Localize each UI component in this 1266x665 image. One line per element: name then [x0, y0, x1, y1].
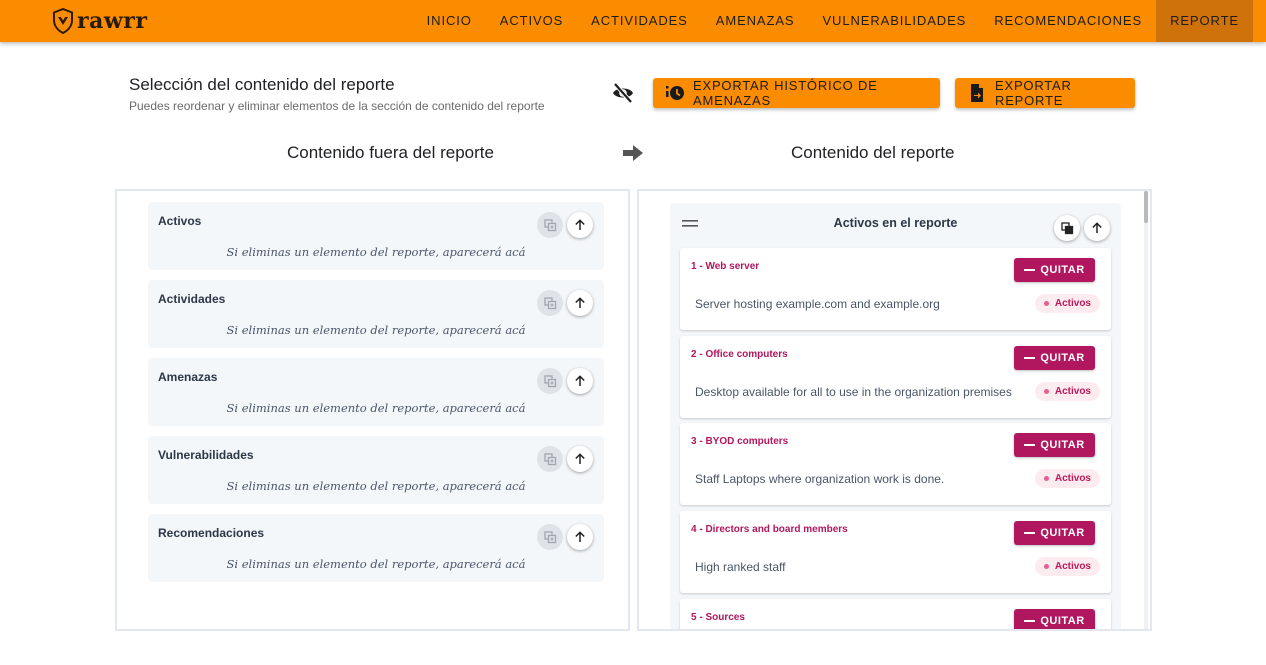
- category-chip: Activos: [1034, 294, 1100, 313]
- remove-label: QUITAR: [1040, 352, 1085, 364]
- outside-section-card: Actividades Si eliminas un elemento del …: [148, 280, 604, 348]
- main-nav: INICIO ACTIVOS ACTIVIDADES AMENAZAS VULN…: [413, 0, 1253, 42]
- report-item-card[interactable]: 3 - BYOD computers QUITAR Staff Laptops …: [680, 423, 1111, 505]
- remove-label: QUITAR: [1040, 527, 1085, 539]
- category-chip: Activos: [1034, 557, 1100, 576]
- minus-icon: [1024, 269, 1036, 271]
- report-group-activos: Activos en el reporte 1 - Web server QUI…: [670, 203, 1121, 629]
- page-subtitle: Puedes reordenar y eliminar elementos de…: [129, 99, 545, 113]
- section-title: Vulnerabilidades: [158, 448, 254, 462]
- section-title: Recomendaciones: [158, 526, 265, 540]
- export-history-button[interactable]: EXPORTAR HISTÓRICO DE AMENAZAS: [653, 78, 940, 108]
- nav-item-actividades[interactable]: ACTIVIDADES: [577, 0, 702, 42]
- chip-dot-icon: [1043, 301, 1049, 306]
- brand-name: rawrr: [77, 8, 148, 34]
- nav-item-recomendaciones[interactable]: RECOMENDACIONES: [980, 0, 1156, 42]
- item-title: 1 - Web server: [691, 261, 760, 272]
- scrollbar-thumb[interactable]: [1144, 191, 1148, 223]
- empty-message: Si eliminas un elemento del reporte, apa…: [226, 323, 526, 337]
- arrow-up-icon[interactable]: [567, 290, 593, 316]
- item-title: 3 - BYOD computers: [691, 436, 789, 447]
- remove-button[interactable]: QUITAR: [1014, 346, 1095, 370]
- copy-icon[interactable]: [1054, 215, 1080, 241]
- section-title: Activos: [158, 214, 202, 228]
- export-report-button[interactable]: EXPORTAR REPORTE: [955, 78, 1135, 108]
- remove-button[interactable]: QUITAR: [1014, 521, 1095, 545]
- minus-icon: [1024, 444, 1036, 446]
- empty-message: Si eliminas un elemento del reporte, apa…: [226, 245, 526, 259]
- export-history-label: EXPORTAR HISTÓRICO DE AMENAZAS: [693, 78, 878, 108]
- arrow-up-icon[interactable]: [567, 446, 593, 472]
- chip-label: Activos: [1054, 561, 1091, 572]
- export-report-label: EXPORTAR REPORTE: [995, 78, 1072, 108]
- scrollbar-track[interactable]: [1144, 191, 1148, 629]
- category-chip: Activos: [1034, 382, 1100, 401]
- item-description: High ranked staff: [695, 560, 786, 574]
- report-item-card[interactable]: 5 - Sources QUITAR: [680, 599, 1111, 629]
- section-title: Actividades: [158, 292, 226, 306]
- outside-section-card: Vulnerabilidades Si eliminas un elemento…: [148, 436, 604, 504]
- minus-icon: [1024, 357, 1036, 359]
- remove-button[interactable]: QUITAR: [1014, 258, 1095, 282]
- arrow-up-icon[interactable]: [1084, 215, 1110, 241]
- outside-section-card: Amenazas Si eliminas un elemento del rep…: [148, 358, 604, 426]
- arrow-up-icon[interactable]: [567, 368, 593, 394]
- inside-column-title: Contenido del reporte: [791, 143, 955, 162]
- item-description: Staff Laptops where organization work is…: [695, 472, 945, 486]
- item-description: Desktop available for all to use in the …: [695, 385, 1012, 399]
- arrow-up-icon[interactable]: [567, 524, 593, 550]
- group-header: Activos en el reporte: [670, 203, 1121, 243]
- minus-icon: [1024, 620, 1036, 622]
- report-item-card[interactable]: 2 - Office computers QUITAR Desktop avai…: [680, 336, 1111, 418]
- report-item-card[interactable]: 4 - Directors and board members QUITAR H…: [680, 511, 1111, 593]
- empty-message: Si eliminas un elemento del reporte, apa…: [226, 557, 526, 571]
- chip-label: Activos: [1054, 298, 1091, 309]
- top-app-bar: rawrr INICIO ACTIVOS ACTIVIDADES AMENAZA…: [0, 0, 1266, 42]
- remove-label: QUITAR: [1040, 439, 1085, 451]
- outside-report-panel: Activos Si eliminas un elemento del repo…: [115, 189, 630, 631]
- chip-dot-icon: [1043, 389, 1049, 394]
- category-chip: Activos: [1034, 469, 1100, 488]
- copy-icon[interactable]: [537, 290, 563, 316]
- minus-icon: [1024, 532, 1036, 534]
- item-title: 5 - Sources: [691, 612, 745, 623]
- empty-message: Si eliminas un elemento del reporte, apa…: [226, 479, 526, 493]
- copy-icon[interactable]: [537, 212, 563, 238]
- outside-section-card: Recomendaciones Si eliminas un elemento …: [148, 514, 604, 582]
- report-item-card[interactable]: 1 - Web server QUITAR Server hosting exa…: [680, 248, 1111, 330]
- chip-dot-icon: [1043, 564, 1049, 569]
- empty-message: Si eliminas un elemento del reporte, apa…: [226, 401, 526, 415]
- page-title: Selección del contenido del reporte: [129, 75, 395, 94]
- shield-logo-icon: [53, 8, 73, 34]
- nav-item-vulnerabilidades[interactable]: VULNERABILIDADES: [808, 0, 980, 42]
- remove-label: QUITAR: [1040, 264, 1085, 276]
- item-description: Server hosting example.com and example.o…: [695, 297, 940, 311]
- remove-button[interactable]: QUITAR: [1014, 433, 1095, 457]
- chip-label: Activos: [1054, 386, 1091, 397]
- arrow-right-icon: [623, 145, 643, 161]
- copy-icon[interactable]: [537, 446, 563, 472]
- file-export-icon: [967, 83, 987, 103]
- nav-item-inicio[interactable]: INICIO: [413, 0, 486, 42]
- chip-label: Activos: [1054, 473, 1091, 484]
- copy-icon[interactable]: [537, 368, 563, 394]
- nav-item-activos[interactable]: ACTIVOS: [486, 0, 577, 42]
- eye-off-icon[interactable]: [611, 82, 635, 104]
- remove-label: QUITAR: [1040, 615, 1085, 627]
- outside-section-card: Activos Si eliminas un elemento del repo…: [148, 202, 604, 270]
- item-title: 2 - Office computers: [691, 349, 788, 360]
- chip-dot-icon: [1043, 476, 1049, 481]
- history-clock-icon: [665, 83, 685, 103]
- arrow-up-icon[interactable]: [567, 212, 593, 238]
- item-title: 4 - Directors and board members: [691, 524, 848, 535]
- remove-button[interactable]: QUITAR: [1014, 609, 1095, 629]
- section-title: Amenazas: [158, 370, 218, 384]
- copy-icon[interactable]: [537, 524, 563, 550]
- outside-column-title: Contenido fuera del reporte: [287, 143, 494, 162]
- nav-item-reporte[interactable]: REPORTE: [1156, 0, 1253, 42]
- inside-report-panel: Activos en el reporte 1 - Web server QUI…: [637, 189, 1152, 631]
- brand-logo[interactable]: rawrr: [52, 8, 147, 34]
- nav-item-amenazas[interactable]: AMENAZAS: [702, 0, 809, 42]
